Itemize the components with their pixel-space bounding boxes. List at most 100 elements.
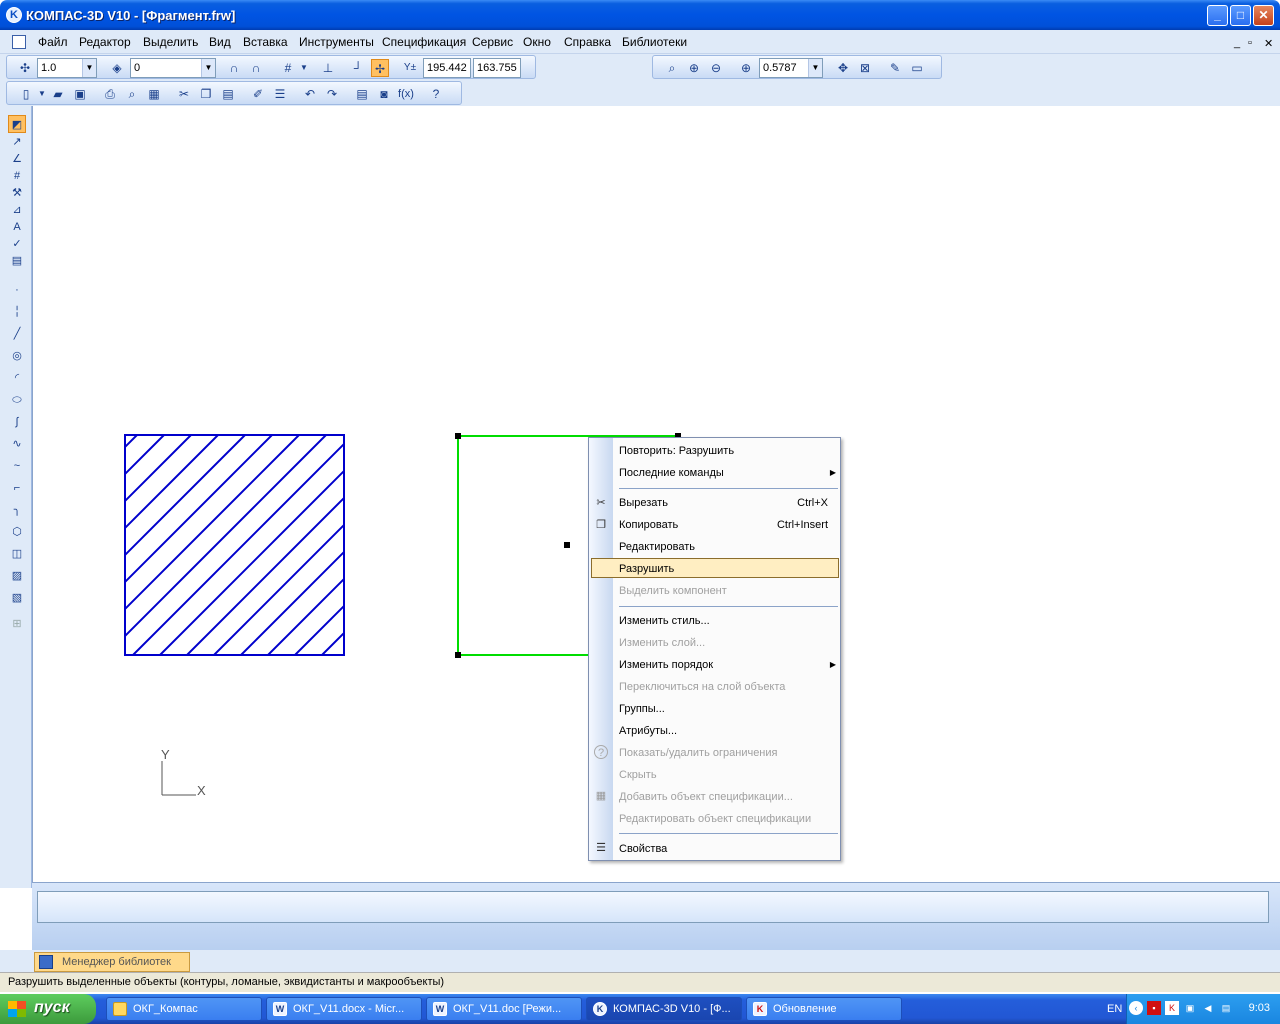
chevron-down-icon[interactable]: ▼ [82, 59, 96, 77]
doc-minimize-button[interactable]: _ [1234, 37, 1240, 49]
menu-item-attributes[interactable]: Атрибуты... [619, 725, 677, 737]
network-icon[interactable]: ▣ [1183, 1001, 1197, 1015]
menu-help[interactable]: Справка [564, 35, 611, 49]
ellipse-icon[interactable]: ⬭ [8, 391, 26, 409]
preview-icon[interactable]: ⌕ [123, 85, 141, 103]
hatch-icon[interactable]: ▨ [8, 567, 26, 585]
menu-libraries[interactable]: Библиотеки [622, 35, 687, 49]
menu-item-recent[interactable]: Последние команды [619, 467, 724, 479]
minimize-button[interactable]: _ [1207, 5, 1228, 26]
language-indicator[interactable]: EN [1107, 1003, 1122, 1015]
copy-icon[interactable]: ❐ [197, 85, 215, 103]
auxiliary-line-icon[interactable]: ╎ [8, 303, 26, 321]
chevron-down-icon[interactable]: ▼ [808, 59, 822, 77]
coord-x-field[interactable]: 195.442 [423, 58, 471, 78]
manager-icon[interactable]: ▤ [353, 85, 371, 103]
show-all-icon[interactable]: ⊠ [856, 59, 874, 77]
polyline-icon[interactable]: ∫ [8, 413, 26, 431]
library-manager-tab[interactable]: Менеджер библиотек [34, 952, 190, 972]
polygon-icon[interactable]: ⬡ [8, 523, 26, 541]
document-icon[interactable] [12, 35, 26, 49]
undo-icon[interactable]: ↶ [301, 85, 319, 103]
grid-dropdown-icon[interactable]: ▼ [295, 59, 313, 77]
zoom-combo[interactable]: 0.5787 ▼ [759, 58, 823, 78]
circle-icon[interactable]: ◎ [8, 347, 26, 365]
doc-close-button[interactable]: ✕ [1264, 37, 1273, 50]
property-panel-field[interactable] [37, 891, 1269, 923]
menu-tools[interactable]: Инструменты [299, 35, 374, 49]
macro-icon[interactable]: ⊞ [8, 615, 26, 633]
menu-item-change-order[interactable]: Изменить порядок [619, 659, 713, 671]
ati-icon[interactable]: ▪ [1147, 1001, 1161, 1015]
hatched-square[interactable] [33, 434, 542, 656]
save-icon[interactable]: ▣ [71, 85, 89, 103]
bezier-icon[interactable]: ~ [8, 457, 26, 475]
menu-item-copy[interactable]: Копировать [619, 519, 678, 531]
print-icon[interactable]: ⎙ [101, 85, 119, 103]
safely-remove-icon[interactable]: ▤ [1219, 1001, 1233, 1015]
zoom-out-icon[interactable]: ⊖ [707, 59, 725, 77]
start-button[interactable]: пуск [0, 994, 96, 1024]
dimensions-icon[interactable]: ↗ [8, 133, 26, 151]
close-button[interactable]: ✕ [1253, 5, 1274, 26]
taskbar-item-active[interactable]: K КОМПАС-3D V10 - [Ф... [586, 997, 742, 1021]
menu-editor[interactable]: Редактор [79, 35, 131, 49]
nurbs-icon[interactable]: ∿ [8, 435, 26, 453]
menu-window[interactable]: Окно [523, 35, 551, 49]
parametrization-icon[interactable]: ⚒ [8, 184, 26, 202]
menu-service[interactable]: Сервис [472, 35, 513, 49]
menu-specification[interactable]: Спецификация [382, 35, 466, 49]
cut-icon[interactable]: ✂ [175, 85, 193, 103]
variables-icon[interactable]: f(x) [397, 85, 415, 103]
layer-combo[interactable]: 0 ▼ [130, 58, 216, 78]
collect-contour-icon[interactable]: ▧ [8, 589, 26, 607]
display-icon[interactable]: ▭ [908, 59, 926, 77]
fillet-icon[interactable]: ╮ [8, 501, 26, 519]
refresh-icon[interactable]: ✎ [886, 59, 904, 77]
menu-item-properties[interactable]: Свойства [619, 843, 667, 855]
layers-icon[interactable]: ◈ [108, 59, 126, 77]
coord-y-field[interactable]: 163.755 [473, 58, 521, 78]
select-icon[interactable]: A [8, 218, 26, 236]
doc-restore-button[interactable]: ▫ [1248, 37, 1252, 49]
local-cs-icon[interactable]: ⊥ [319, 59, 337, 77]
taskbar-item[interactable]: ОКГ_Компас [106, 997, 262, 1021]
menu-item-change-style[interactable]: Изменить стиль... [619, 615, 710, 627]
open-folder-icon[interactable]: ▰ [49, 85, 67, 103]
zoom-in-icon[interactable]: ⊕ [685, 59, 703, 77]
kaspersky-tray-icon[interactable]: K [1165, 1001, 1179, 1015]
snap-step-icon[interactable]: ✣ [16, 59, 34, 77]
specification-icon[interactable]: ▤ [8, 252, 26, 270]
pan-icon[interactable]: ✥ [834, 59, 852, 77]
paste-icon[interactable]: ▤ [219, 85, 237, 103]
associative-view-icon[interactable]: ✓ [8, 235, 26, 253]
menu-item-repeat[interactable]: Повторить: Разрушить [619, 445, 734, 457]
measure-icon[interactable]: ⊿ [8, 201, 26, 219]
params-icon[interactable]: ✢ [371, 59, 389, 77]
snap-magnet-icon[interactable]: ∩ [225, 59, 243, 77]
chamfer-icon[interactable]: ⌐ [8, 479, 26, 497]
point-icon[interactable]: · [8, 281, 26, 299]
taskbar-item[interactable]: K Обновление [746, 997, 902, 1021]
zoom-window-icon[interactable]: ⌕ [663, 59, 681, 77]
redo-icon[interactable]: ↷ [323, 85, 341, 103]
chevron-down-icon[interactable]: ▼ [201, 59, 215, 77]
taskbar-item[interactable]: W ОКГ_V11.doc [Режи... [426, 997, 582, 1021]
local-snap-icon[interactable]: ∩ [247, 59, 265, 77]
library-icon[interactable]: ◙ [375, 85, 393, 103]
menu-select[interactable]: Выделить [143, 35, 198, 49]
menu-item-destroy[interactable]: Разрушить [619, 563, 674, 575]
zoom-scale-icon[interactable]: ⊕ [737, 59, 755, 77]
format-brush-icon[interactable]: ✐ [249, 85, 267, 103]
properties-page-icon[interactable]: ▦ [145, 85, 163, 103]
menu-item-cut[interactable]: Вырезать [619, 497, 668, 509]
volume-icon[interactable]: ◀ [1201, 1001, 1215, 1015]
edit-icon[interactable]: # [8, 167, 26, 185]
maximize-button[interactable]: □ [1230, 5, 1251, 26]
scale-combo[interactable]: 1.0 ▼ [37, 58, 97, 78]
menu-view[interactable]: Вид [209, 35, 231, 49]
designations-icon[interactable]: ∠ [8, 150, 26, 168]
arc-icon[interactable]: ◜ [8, 369, 26, 387]
menu-item-groups[interactable]: Группы... [619, 703, 665, 715]
tray-expand-icon[interactable]: ‹ [1129, 1001, 1143, 1015]
